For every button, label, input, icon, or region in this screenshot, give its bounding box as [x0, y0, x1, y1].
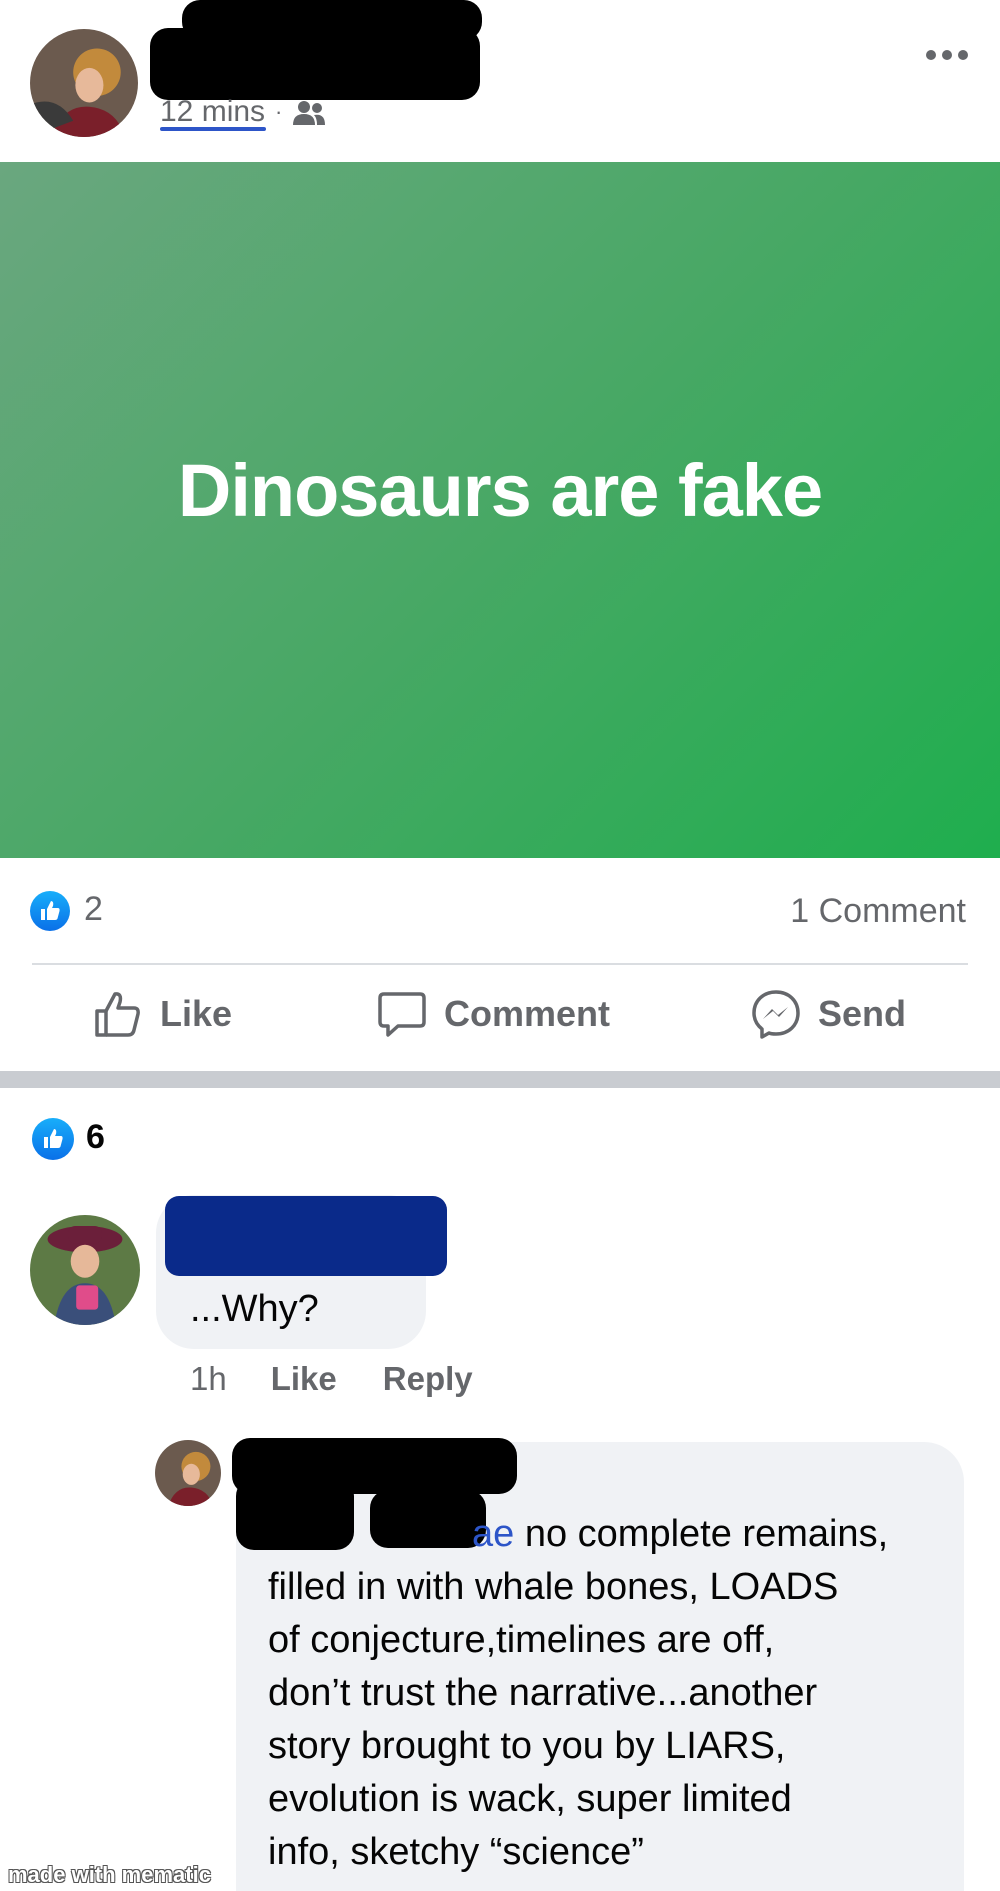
like-reaction-icon — [30, 891, 70, 931]
reply-line-6: evolution is wack, super limited — [268, 1778, 792, 1820]
like-button[interactable]: Like — [92, 988, 232, 1040]
comment-time: 1h — [190, 1360, 227, 1397]
redacted-commenter-name — [165, 1196, 447, 1276]
comment-text: ...Why? — [190, 1288, 319, 1330]
comment-section-like-icon — [32, 1118, 74, 1160]
reply-line-5: story brought to you by LIARS, — [268, 1725, 786, 1767]
redacted-author-name-top — [182, 0, 482, 40]
reaction-count: 2 — [84, 890, 103, 928]
send-button[interactable]: Send — [750, 988, 906, 1040]
messenger-icon — [752, 990, 800, 1039]
watermark: made with mematic — [8, 1862, 211, 1887]
comment-bubble-icon — [378, 992, 426, 1037]
like-button-label: Like — [160, 993, 233, 1034]
post-timestamp[interactable]: 12 mins · — [160, 95, 326, 131]
author-avatar[interactable] — [30, 29, 138, 137]
link-underline — [160, 127, 267, 131]
reply-author-avatar[interactable] — [155, 1440, 221, 1506]
reply-line-3: of conjecture,timelines are off, — [268, 1619, 775, 1661]
comment-reply-link[interactable]: Reply — [383, 1360, 473, 1398]
comment-count-link[interactable]: 1 Comment — [790, 892, 966, 931]
section-separator — [0, 1071, 1000, 1088]
comment-like-link[interactable]: Like — [271, 1360, 337, 1398]
comment-button-label: Comment — [444, 993, 611, 1034]
reactions-summary[interactable]: 2 1 Comment — [0, 858, 1000, 964]
comment-section-like-count[interactable]: 6 — [86, 1118, 105, 1157]
mention-link[interactable]: ae — [472, 1513, 514, 1555]
divider — [32, 963, 968, 965]
comment-meta: 1h Like Reply — [190, 1360, 519, 1398]
reply-line-1-text: no complete remains, — [514, 1513, 889, 1555]
friends-audience-icon — [292, 99, 326, 125]
post-header: 12 mins · — [0, 0, 1000, 162]
reply-line-1: ae no complete remains, — [268, 1508, 888, 1561]
reply-line-2: filled in with whale bones, LOADS — [268, 1566, 839, 1608]
more-options-icon[interactable] — [926, 50, 968, 60]
commenter-avatar[interactable] — [30, 1215, 140, 1325]
post-time-text: 12 mins — [160, 95, 266, 128]
reply-line-7: info, sketchy “science” — [268, 1831, 644, 1873]
reply-line-4: don’t trust the narrative...another — [268, 1672, 818, 1714]
comment-button[interactable]: Comment — [376, 988, 610, 1040]
status-text: Dinosaurs are fake — [177, 448, 823, 532]
separator-dot: · — [275, 99, 283, 124]
thumbs-up-icon — [95, 992, 140, 1037]
send-button-label: Send — [818, 993, 907, 1034]
status-background-card: Dinosaurs are fake — [0, 162, 1000, 858]
action-bar: Like Comment Send — [0, 966, 1000, 1070]
